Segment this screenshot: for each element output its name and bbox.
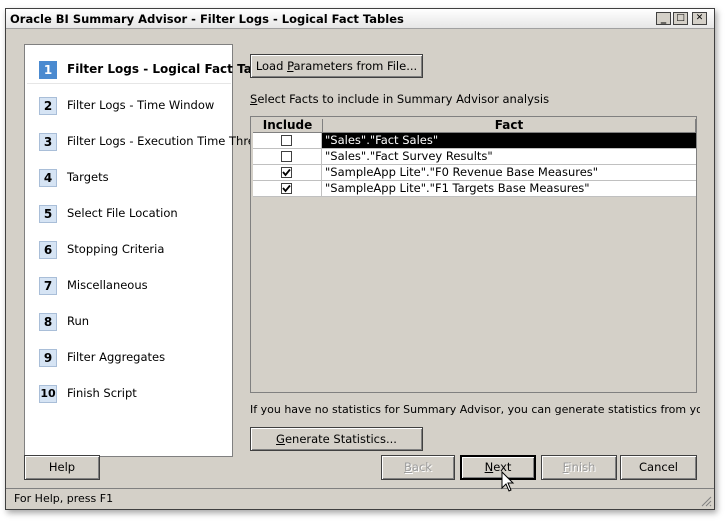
step-label: Select File Location (67, 206, 178, 220)
next-button[interactable]: Next (460, 455, 536, 480)
label-text: elect Facts to include in Summary Adviso… (257, 92, 550, 106)
step-label: Filter Aggregates (67, 350, 166, 364)
generate-statistics-button[interactable]: Generate Statistics... (250, 427, 423, 451)
step-label: Miscellaneous (67, 278, 148, 292)
check-icon (282, 168, 291, 177)
check-icon (282, 184, 291, 193)
step-number: 4 (39, 169, 57, 187)
table-row[interactable]: "Sales"."Fact Sales" (253, 133, 696, 149)
step-number: 7 (39, 277, 57, 295)
button-label: arameters from File... (293, 59, 418, 73)
column-header-include[interactable]: Include (253, 119, 323, 133)
facts-table: Include Fact "Sales"."Fact Sales" "Sales… (250, 116, 697, 393)
include-cell (253, 165, 322, 181)
divider (27, 83, 231, 84)
step-label: Filter Logs - Logical Fact Tab (67, 62, 261, 76)
maximize-button[interactable]: □ (673, 12, 688, 25)
table-row[interactable]: "Sales"."Fact Survey Results" (253, 149, 696, 165)
step-number: 8 (39, 313, 57, 331)
column-header-fact[interactable]: Fact (323, 119, 696, 133)
step-item-7[interactable]: 7 Miscellaneous (25, 273, 232, 299)
statistics-note: If you have no statistics for Summary Ad… (250, 403, 700, 416)
status-bar: For Help, press F1 (6, 488, 714, 509)
include-checkbox[interactable] (281, 151, 292, 162)
step-number: 10 (39, 385, 57, 403)
step-number: 2 (39, 97, 57, 115)
help-button[interactable]: Help (24, 455, 100, 480)
include-checkbox[interactable] (281, 167, 292, 178)
step-number: 3 (39, 133, 57, 151)
include-checkbox[interactable] (281, 135, 292, 146)
step-item-5[interactable]: 5 Select File Location (25, 201, 232, 227)
step-number: 9 (39, 349, 57, 367)
window-title: Oracle BI Summary Advisor - Filter Logs … (10, 12, 404, 26)
accelerator-key: B (404, 460, 412, 474)
button-label: ack (411, 460, 432, 474)
step-item-2[interactable]: 2 Filter Logs - Time Window (25, 93, 232, 119)
include-cell (253, 133, 322, 149)
back-button[interactable]: Back (381, 455, 455, 480)
step-item-3[interactable]: 3 Filter Logs - Execution Time Thresh (25, 129, 268, 155)
step-label: Targets (67, 170, 109, 184)
table-row[interactable]: "SampleApp Lite"."F1 Targets Base Measur… (253, 181, 696, 197)
wizard-steps-panel: 1 Filter Logs - Logical Fact Tab 2 Filte… (24, 44, 268, 457)
step-number: 1 (39, 61, 57, 79)
resize-grip-icon[interactable] (700, 495, 712, 507)
button-label: inish (568, 460, 596, 474)
button-label: enerate Statistics... (284, 432, 397, 446)
include-cell (253, 181, 322, 197)
step-item-4[interactable]: 4 Targets (25, 165, 232, 191)
step-number: 5 (39, 205, 57, 223)
step-item-10[interactable]: 10 Finish Script (25, 381, 232, 407)
include-cell (253, 149, 322, 165)
status-text: For Help, press F1 (14, 492, 114, 505)
step-item-6[interactable]: 6 Stopping Criteria (25, 237, 232, 263)
finish-button[interactable]: Finish (541, 455, 617, 480)
step-item-8[interactable]: 8 Run (25, 309, 232, 335)
step-item-1[interactable]: 1 Filter Logs - Logical Fact Tab (25, 57, 260, 83)
close-button[interactable]: ✕ (692, 12, 707, 25)
fact-cell[interactable]: "SampleApp Lite"."F0 Revenue Base Measur… (322, 165, 696, 181)
include-checkbox[interactable] (281, 183, 292, 194)
fact-cell[interactable]: "Sales"."Fact Sales" (322, 133, 696, 149)
title-bar: Oracle BI Summary Advisor - Filter Logs … (6, 9, 714, 29)
step-label: Run (67, 314, 90, 328)
step-item-9[interactable]: 9 Filter Aggregates (25, 345, 232, 371)
step-label: Filter Logs - Time Window (67, 98, 215, 112)
fact-cell[interactable]: "Sales"."Fact Survey Results" (322, 149, 696, 165)
accelerator-key: N (484, 460, 494, 474)
step-label: Filter Logs - Execution Time Thresh (67, 134, 269, 148)
minimize-button[interactable]: _ (656, 12, 671, 25)
button-label: Load (255, 59, 288, 73)
step-label: Finish Script (67, 386, 137, 400)
step-number: 6 (39, 241, 57, 259)
summary-advisor-window: Oracle BI Summary Advisor - Filter Logs … (5, 8, 715, 510)
cancel-button[interactable]: Cancel (620, 455, 697, 480)
accelerator-key: G (276, 432, 285, 446)
step-label: Stopping Criteria (67, 242, 165, 256)
mouse-pointer-icon (501, 471, 515, 492)
load-parameters-button[interactable]: Load Parameters from File... (250, 54, 423, 78)
table-row[interactable]: "SampleApp Lite"."F0 Revenue Base Measur… (253, 165, 696, 181)
select-facts-label: Select Facts to include in Summary Advis… (250, 92, 549, 106)
fact-cell[interactable]: "SampleApp Lite"."F1 Targets Base Measur… (322, 181, 696, 197)
